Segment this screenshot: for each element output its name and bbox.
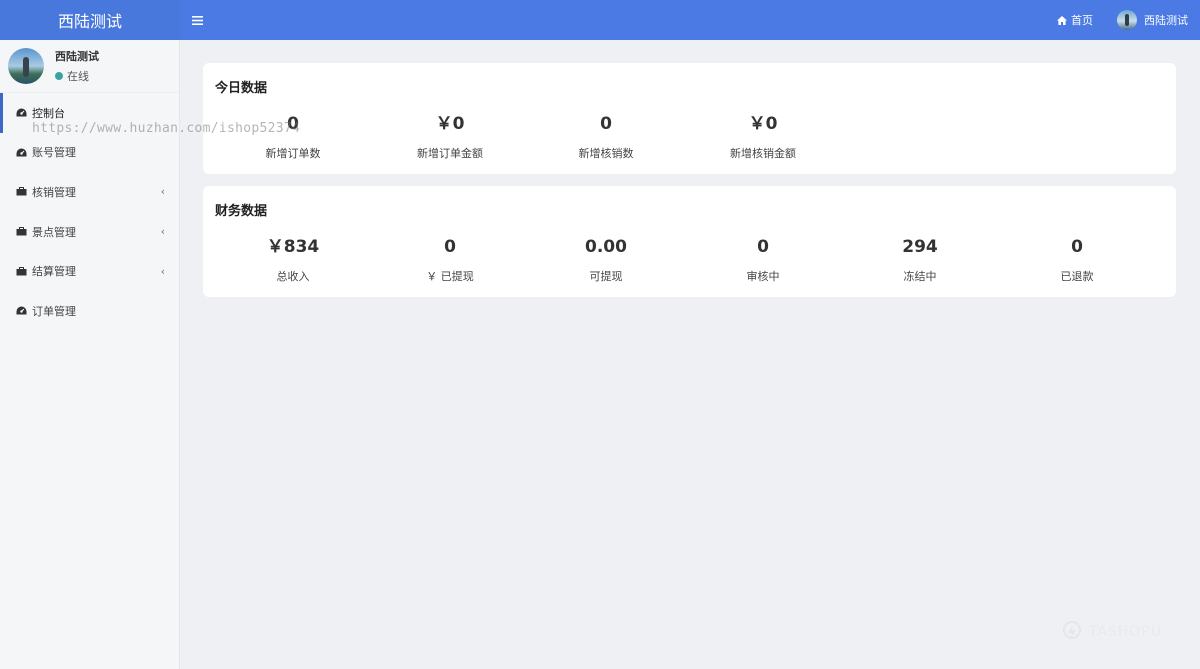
sidebar-item-dashboard[interactable]: 控制台 <box>0 93 179 133</box>
app-brand-title[interactable]: 西陆测试 <box>0 0 180 40</box>
user-menu[interactable]: 西陆测试 <box>1117 10 1188 30</box>
user-status-label: 在线 <box>67 70 89 83</box>
avatar <box>8 48 44 84</box>
sidebar-item-label: 结算管理 <box>32 265 76 279</box>
folder-icon <box>15 266 27 276</box>
stat-value: 0 <box>757 237 769 257</box>
home-link-label: 首页 <box>1071 14 1093 27</box>
sidebar-item-label: 账号管理 <box>32 146 76 160</box>
stat-new-verification-amount: ￥0 新增核销金额 <box>703 113 823 161</box>
stat-new-verifications: 0 新增核销数 <box>546 113 666 161</box>
stat-value: 0 <box>1071 237 1083 257</box>
stat-label: ￥ 已提现 <box>426 270 474 283</box>
menu-toggle-icon[interactable] <box>180 0 214 40</box>
stat-new-orders: 0 新增订单数 <box>233 113 353 161</box>
card-title: 财务数据 <box>215 204 268 219</box>
home-link[interactable]: 首页 <box>1057 12 1093 28</box>
topbar-right: 首页 西陆测试 <box>1057 0 1200 40</box>
stat-label: 已退款 <box>1060 270 1094 283</box>
stat-label: 可提现 <box>589 270 623 283</box>
user-panel: 西陆测试 在线 <box>0 40 179 93</box>
sidebar-item-label: 控制台 <box>32 106 65 120</box>
stat-new-order-amount: ￥0 新增订单金额 <box>390 113 510 161</box>
stat-label: 新增核销数 <box>578 147 634 160</box>
stat-label: 新增订单金额 <box>417 147 483 160</box>
stat-label: 新增订单数 <box>265 147 321 160</box>
stat-value: ￥0 <box>435 114 465 134</box>
avatar <box>1117 10 1137 30</box>
stat-refunded: 0 已退款 <box>1017 236 1137 284</box>
user-name: 西陆测试 <box>55 50 99 63</box>
stat-withdrawn: 0 ￥ 已提现 <box>390 236 510 284</box>
sidebar-item-settlement[interactable]: 结算管理 ‹ <box>0 251 179 291</box>
sidebar-item-label: 核销管理 <box>32 185 76 199</box>
corner-watermark-logo: TASHOPU <box>1062 621 1162 643</box>
stat-value: ￥834 <box>266 237 320 257</box>
folder-icon <box>15 187 27 197</box>
stat-value: 0 <box>287 114 299 134</box>
online-status-dot-icon <box>55 72 63 80</box>
dashboard-icon <box>15 108 27 118</box>
folder-icon <box>15 227 27 237</box>
user-menu-name: 西陆测试 <box>1144 14 1188 27</box>
stat-label: 新增核销金额 <box>730 147 796 160</box>
chevron-left-icon: ‹ <box>160 185 165 199</box>
dashboard-icon <box>15 306 27 316</box>
stat-value: 294 <box>902 237 938 257</box>
sidebar-item-label: 订单管理 <box>32 304 76 318</box>
corner-logo-text: TASHOPU <box>1088 624 1162 640</box>
sidebar-item-label: 景点管理 <box>32 225 76 239</box>
stat-withdrawable: 0.00 可提现 <box>546 236 666 284</box>
stat-label: 总收入 <box>276 270 310 283</box>
stat-label: 审核中 <box>746 270 780 283</box>
sidebar: 西陆测试 在线 控制台 账号管理 核销管理 ‹ 景点管理 ‹ 结算管理 ‹ 订单… <box>0 40 180 669</box>
stat-value: 0.00 <box>585 237 627 257</box>
stat-value: ￥0 <box>748 114 778 134</box>
finance-data-card: 财务数据 ￥834 总收入 0 ￥ 已提现 0.00 可提现 0 审核中 294… <box>203 186 1176 297</box>
sidebar-menu: 控制台 账号管理 核销管理 ‹ 景点管理 ‹ 结算管理 ‹ 订单管理 <box>0 93 179 331</box>
home-icon <box>1057 15 1067 25</box>
chevron-left-icon: ‹ <box>160 225 165 239</box>
chevron-left-icon: ‹ <box>160 264 165 278</box>
stat-under-review: 0 审核中 <box>703 236 823 284</box>
stat-value: 0 <box>600 114 612 134</box>
top-navbar: 首页 西陆测试 <box>180 0 1200 40</box>
dashboard-icon <box>15 147 27 157</box>
stat-total-income: ￥834 总收入 <box>233 236 353 284</box>
sidebar-item-attractions[interactable]: 景点管理 ‹ <box>0 212 179 252</box>
sidebar-item-verification[interactable]: 核销管理 ‹ <box>0 172 179 212</box>
sidebar-item-orders[interactable]: 订单管理 <box>0 291 179 331</box>
today-data-card: 今日数据 0 新增订单数 ￥0 新增订单金额 0 新增核销数 ￥0 新增核销金额 <box>203 63 1176 174</box>
card-title: 今日数据 <box>215 81 268 96</box>
stat-value: 0 <box>444 237 456 257</box>
stat-label: 冻结中 <box>903 270 937 283</box>
stat-frozen: 294 冻结中 <box>860 236 980 284</box>
sidebar-item-accounts[interactable]: 账号管理 <box>0 133 179 173</box>
user-status: 在线 <box>55 68 99 84</box>
lightning-icon <box>1062 621 1081 639</box>
